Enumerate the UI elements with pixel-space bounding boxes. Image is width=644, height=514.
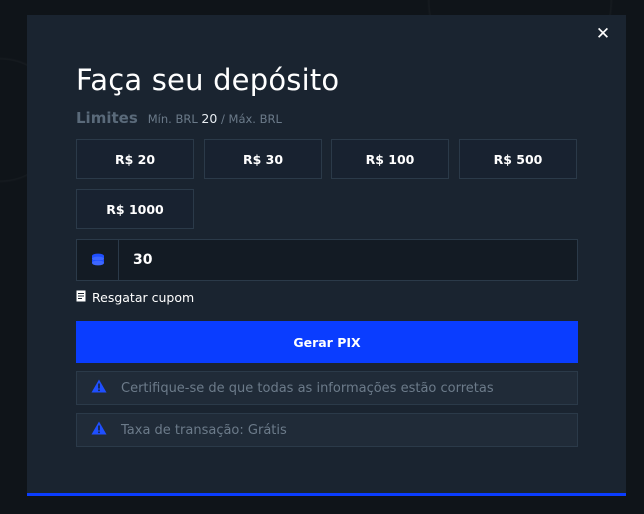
min-prefix: Mín. BRL xyxy=(147,112,198,126)
amount-option-30[interactable]: R$ 30 xyxy=(204,139,322,179)
deposit-modal: ✕ Faça seu depósito Limites Mín. BRL 20 … xyxy=(27,15,626,496)
warning-icon xyxy=(91,379,107,397)
generate-pix-button[interactable]: Gerar PIX xyxy=(76,321,578,363)
notice-info-correct: Certifique-se de que todas as informaçõe… xyxy=(76,371,578,405)
redeem-coupon-link[interactable]: Resgatar cupom xyxy=(76,290,194,305)
amount-input-field[interactable]: 30 xyxy=(76,239,578,281)
notice-transaction-fee: Taxa de transação: Grátis xyxy=(76,413,578,447)
warning-icon xyxy=(91,421,107,439)
notice-text: Certifique-se de que todas as informaçõe… xyxy=(121,380,494,396)
limits-row: Limites Mín. BRL 20 / Máx. BRL xyxy=(76,109,282,127)
max-text: Máx. BRL xyxy=(228,112,282,126)
amount-option-500[interactable]: R$ 500 xyxy=(459,139,577,179)
amount-option-100[interactable]: R$ 100 xyxy=(331,139,449,179)
coupon-label: Resgatar cupom xyxy=(92,290,195,305)
coins-icon xyxy=(77,240,119,280)
min-value: 20 xyxy=(201,111,218,126)
notice-text: Taxa de transação: Grátis xyxy=(121,422,287,438)
modal-title: Faça seu depósito xyxy=(76,63,340,97)
receipt-icon xyxy=(76,290,86,305)
limits-range: Mín. BRL 20 / Máx. BRL xyxy=(148,111,282,126)
amount-input-value[interactable]: 30 xyxy=(119,252,152,268)
amount-option-20[interactable]: R$ 20 xyxy=(76,139,194,179)
limits-separator: / xyxy=(220,112,225,126)
limits-label: Limites xyxy=(76,109,138,127)
close-icon[interactable]: ✕ xyxy=(595,26,611,43)
amount-option-1000[interactable]: R$ 1000 xyxy=(76,189,194,229)
